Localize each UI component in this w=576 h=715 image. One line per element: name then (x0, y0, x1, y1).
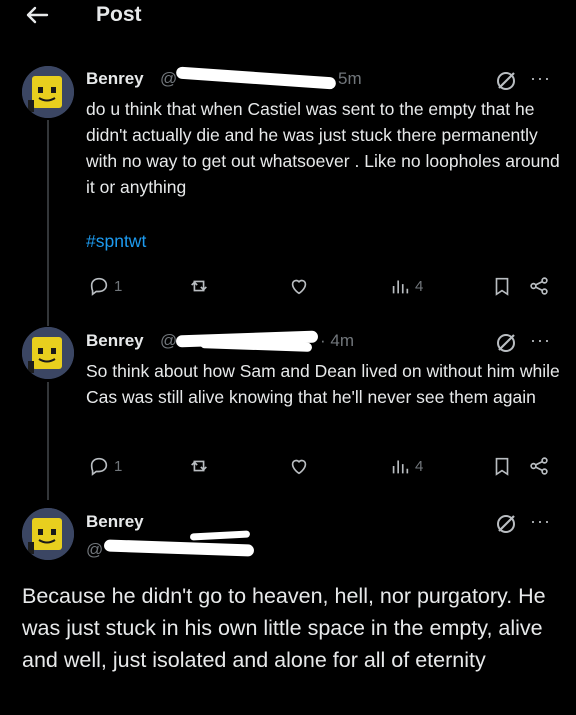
more-icon[interactable]: ··· (530, 511, 556, 531)
redaction-scribble (189, 530, 251, 541)
handle[interactable]: @ (86, 540, 103, 560)
avatar[interactable] (22, 508, 74, 560)
redaction-scribble (103, 539, 255, 557)
tweet-text: Because he didn't go to heaven, hell, no… (22, 584, 546, 672)
tweet-3-main: Benrey @ ··· Because he didn't go to hea… (0, 0, 576, 715)
display-name[interactable]: Benrey (86, 512, 144, 532)
grok-icon[interactable] (494, 512, 518, 536)
